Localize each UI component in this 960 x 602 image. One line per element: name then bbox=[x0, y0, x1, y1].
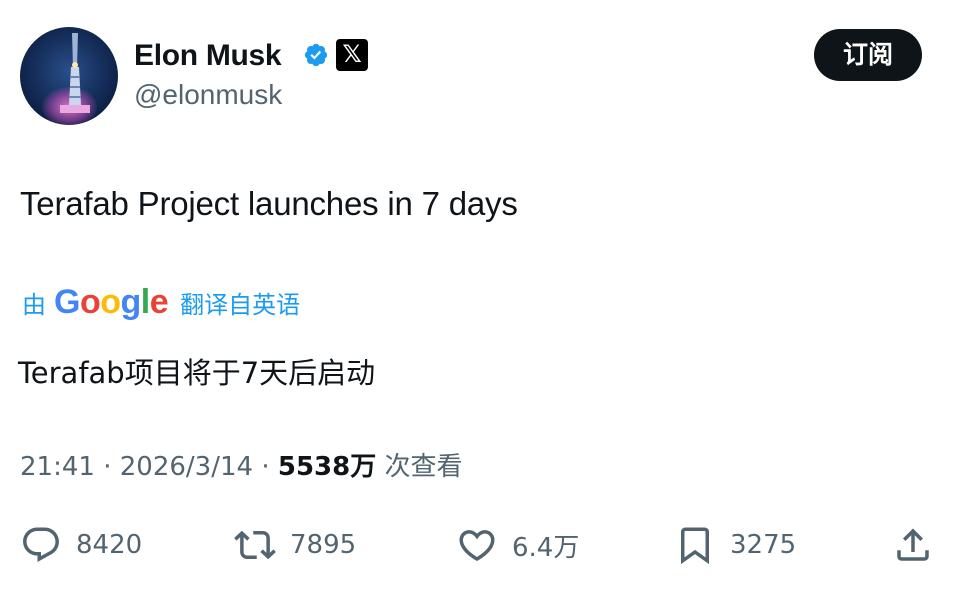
bookmark-icon bbox=[681, 527, 709, 565]
tweet-text: Terafab Project launches in 7 days bbox=[20, 185, 518, 222]
author-name[interactable]: Elon Musk bbox=[134, 38, 282, 74]
translated-from-english-link[interactable]: 翻译自英语 bbox=[180, 285, 300, 320]
translated-text: Terafab项目将于7天后启动 bbox=[18, 356, 376, 390]
share-icon bbox=[897, 528, 929, 561]
bookmark-button[interactable]: 3275 bbox=[674, 520, 796, 570]
subscribe-button[interactable]: 订阅 bbox=[814, 29, 922, 81]
reply-count: 8420 bbox=[76, 530, 143, 560]
google-logo: Google bbox=[54, 283, 169, 321]
tweet-meta: 21:41 · 2026/3/14 · 5538万 次查看 bbox=[20, 448, 463, 486]
bookmark-count: 3275 bbox=[730, 530, 797, 560]
repost-count: 7895 bbox=[290, 530, 357, 560]
avatar[interactable] bbox=[20, 27, 118, 125]
tweet-time[interactable]: 21:41 bbox=[20, 452, 95, 482]
tweet-date[interactable]: 2026/3/14 bbox=[120, 452, 253, 482]
repost-button[interactable]: 7895 bbox=[234, 520, 356, 570]
verified-badge-icon bbox=[304, 43, 328, 67]
like-icon bbox=[459, 530, 495, 562]
meta-separator: · bbox=[94, 452, 120, 482]
translated-by-label: 由 bbox=[22, 290, 46, 319]
author-handle[interactable]: @elonmusk bbox=[134, 78, 282, 112]
x-affiliate-badge: 𝕏 bbox=[336, 39, 368, 71]
like-count: 6.4万 bbox=[512, 532, 580, 563]
rocket-tower-icon bbox=[60, 33, 90, 113]
repost-icon bbox=[234, 530, 276, 560]
translation-attribution: 由 Google 翻译自英语 bbox=[22, 282, 300, 322]
share-button[interactable] bbox=[892, 520, 934, 570]
reply-button[interactable]: 8420 bbox=[20, 520, 142, 570]
like-button[interactable]: 6.4万 bbox=[456, 520, 579, 570]
views-label: 次查看 bbox=[376, 452, 463, 482]
action-bar: 8420 7895 6.4万 3275 bbox=[0, 520, 960, 570]
meta-separator: · bbox=[253, 452, 278, 482]
view-count: 5538万 bbox=[277, 452, 377, 482]
reply-icon bbox=[23, 527, 59, 562]
